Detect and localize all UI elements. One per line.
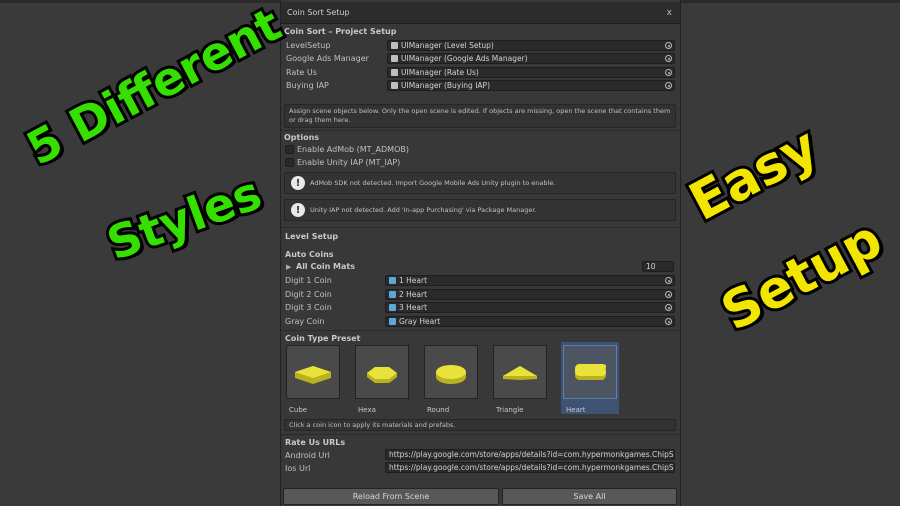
rate-us-urls-header: Rate Us URLs (285, 438, 346, 447)
preset-cube-label: Cube (289, 406, 308, 414)
divider (281, 434, 680, 435)
overlay-text-5-different: 5 Different (15, 0, 293, 179)
overlay-text-easy: Easy (677, 113, 831, 236)
buying-iap-label: Buying IAP (286, 81, 329, 90)
gameobject-icon (391, 55, 398, 62)
google-ads-manager-value: UIManager (Google Ads Manager) (401, 54, 528, 63)
window-titlebar: Coin Sort Setup x (281, 2, 680, 24)
preset-hexa-label: Hexa (358, 406, 376, 414)
gray-coin-label: Gray Coin (285, 317, 325, 326)
gray-coin-value: Gray Heart (399, 317, 441, 326)
buying-iap-value: UIManager (Buying IAP) (401, 81, 490, 90)
material-icon (389, 318, 396, 325)
digit-2-coin-label: Digit 2 Coin (285, 290, 332, 299)
iap-warning-box: ! Unity IAP not detected. Add 'In-app Pu… (284, 199, 676, 221)
object-picker-icon[interactable] (665, 42, 672, 49)
rate-us-field[interactable]: UIManager (Rate Us) (387, 67, 675, 78)
gameobject-icon (391, 82, 398, 89)
object-picker-icon[interactable] (665, 291, 672, 298)
digit-2-coin-field[interactable]: 2 Heart (385, 289, 675, 300)
object-picker-icon[interactable] (665, 55, 672, 62)
iap-label: Enable Unity IAP (MT_IAP) (297, 158, 401, 167)
android-url-label: Android Url (285, 451, 330, 460)
preset-triangle-button[interactable] (493, 345, 547, 399)
material-icon (389, 277, 396, 284)
gameobject-icon (391, 69, 398, 76)
hexa-coin-icon (367, 367, 397, 383)
admob-checkbox[interactable] (285, 145, 294, 154)
cube-coin-icon (295, 366, 331, 384)
gray-coin-field[interactable]: Gray Heart (385, 316, 675, 327)
heart-coin-icon (575, 363, 607, 380)
divider (281, 227, 680, 228)
iap-warning-text: Unity IAP not detected. Add 'In-app Purc… (310, 206, 537, 214)
save-all-button[interactable]: Save All (502, 488, 677, 505)
project-setup-help: Assign scene objects below. Only the ope… (284, 104, 676, 128)
window-title: Coin Sort Setup (287, 8, 350, 17)
object-picker-icon[interactable] (665, 304, 672, 311)
preset-cube-button[interactable] (286, 345, 340, 399)
overlay-text-setup: Setup (709, 206, 895, 346)
levelsetup-value: UIManager (Level Setup) (401, 41, 494, 50)
material-icon (389, 304, 396, 311)
coin-preset-hint: Click a coin icon to apply its materials… (284, 419, 676, 431)
preset-heart-button[interactable] (563, 345, 617, 399)
digit-1-coin-field[interactable]: 1 Heart (385, 275, 675, 286)
ios-url-input[interactable]: https://play.google.com/store/apps/detai… (385, 462, 675, 473)
coin-sort-setup-window: Coin Sort Setup x Coin Sort – Project Se… (280, 0, 681, 506)
gameobject-icon (391, 42, 398, 49)
overlay-text-styles: Styles (97, 162, 271, 273)
divider (281, 330, 680, 331)
round-coin-icon (436, 365, 466, 384)
object-picker-icon[interactable] (665, 82, 672, 89)
admob-warning-text: AdMob SDK not detected. Import Google Mo… (310, 179, 556, 187)
foldout-arrow-icon[interactable]: ▶ (286, 263, 291, 271)
digit-2-coin-value: 2 Heart (399, 290, 428, 299)
levelsetup-label: LevelSetup (286, 41, 331, 50)
triangle-coin-icon (503, 366, 537, 380)
digit-3-coin-field[interactable]: 3 Heart (385, 302, 675, 313)
digit-1-coin-label: Digit 1 Coin (285, 276, 332, 285)
reload-from-scene-button[interactable]: Reload From Scene (283, 488, 499, 505)
admob-warning-box: ! AdMob SDK not detected. Import Google … (284, 172, 676, 194)
google-ads-manager-label: Google Ads Manager (286, 54, 369, 63)
warning-icon: ! (291, 176, 305, 190)
ios-url-label: Ios Url (285, 464, 311, 473)
iap-checkbox[interactable] (285, 158, 294, 167)
rate-us-label: Rate Us (286, 68, 317, 77)
levelsetup-field[interactable]: UIManager (Level Setup) (387, 40, 675, 51)
all-coin-mats-count[interactable]: 10 (642, 261, 674, 272)
rate-us-value: UIManager (Rate Us) (401, 68, 479, 77)
options-header: Options (284, 133, 320, 142)
preset-round-label: Round (427, 406, 450, 414)
admob-label: Enable AdMob (MT_ADMOB) (297, 145, 409, 154)
object-picker-icon[interactable] (665, 69, 672, 76)
object-picker-icon[interactable] (665, 318, 672, 325)
close-icon[interactable]: x (667, 8, 672, 18)
digit-1-coin-value: 1 Heart (399, 276, 428, 285)
digit-3-coin-label: Digit 3 Coin (285, 303, 332, 312)
preset-round-button[interactable] (424, 345, 478, 399)
android-url-input[interactable]: https://play.google.com/store/apps/detai… (385, 449, 675, 460)
window-content: Coin Sort – Project Setup LevelSetup UIM… (281, 24, 680, 506)
coin-type-preset-header: Coin Type Preset (285, 334, 361, 343)
preset-hexa-button[interactable] (355, 345, 409, 399)
material-icon (389, 291, 396, 298)
auto-coins-header: Auto Coins (285, 250, 334, 259)
divider (281, 130, 680, 131)
buying-iap-field[interactable]: UIManager (Buying IAP) (387, 80, 675, 91)
project-setup-header: Coin Sort – Project Setup (284, 27, 397, 36)
google-ads-manager-field[interactable]: UIManager (Google Ads Manager) (387, 53, 675, 64)
object-picker-icon[interactable] (665, 277, 672, 284)
preset-heart-label: Heart (566, 406, 586, 414)
level-setup-header: Level Setup (285, 232, 339, 241)
preset-triangle-label: Triangle (496, 406, 524, 414)
digit-3-coin-value: 3 Heart (399, 303, 428, 312)
warning-icon: ! (291, 203, 305, 217)
all-coin-mats-label[interactable]: All Coin Mats (296, 262, 355, 271)
